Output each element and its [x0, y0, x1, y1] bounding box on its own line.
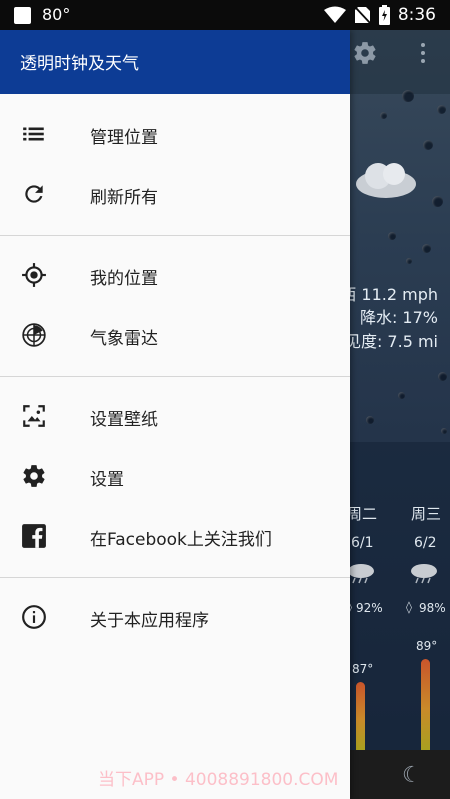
menu-item-manage-locations[interactable]: 管理位置: [0, 104, 350, 164]
menu-item-facebook[interactable]: 在Facebook上关注我们: [0, 506, 350, 566]
menu-item-my-location[interactable]: 我的位置: [0, 245, 350, 305]
menu-item-label: 设置壁纸: [90, 410, 158, 430]
menu-item-set-wallpaper[interactable]: 设置壁纸: [0, 386, 350, 446]
raindrop: [438, 372, 447, 381]
status-temperature: 80°: [42, 5, 71, 24]
more-options-icon[interactable]: [419, 43, 427, 67]
raindrop: [388, 232, 396, 240]
cloud-icon: [356, 163, 416, 198]
wind-readout: 西 11.2 mph: [340, 285, 438, 304]
moon-icon[interactable]: ☾: [402, 763, 422, 788]
divider: [0, 577, 350, 578]
navigation-drawer: 透明时钟及天气 管理位置 刷新所有 我的位置 气象雷达 设置壁纸 设置 在Fac…: [0, 30, 350, 799]
temperature-bar: [421, 659, 430, 750]
gear-icon: [23, 465, 45, 487]
raindrop: [423, 140, 433, 150]
menu-item-about[interactable]: 关于本应用程序: [0, 587, 350, 647]
menu-item-label: 刷新所有: [90, 188, 158, 208]
refresh-icon: [25, 185, 43, 203]
forecast-panel: [350, 442, 450, 750]
menu-item-label: 管理位置: [90, 128, 158, 148]
my-location-icon: [22, 263, 46, 287]
raindrop: [398, 392, 405, 399]
menu-item-settings[interactable]: 设置: [0, 446, 350, 506]
forecast-humidity: 98%: [419, 601, 446, 615]
notification-app-icon: [14, 7, 31, 24]
precip-readout: 降水: 17%: [359, 308, 438, 327]
forecast-day: 周二: [347, 505, 378, 523]
raindrop: [441, 428, 447, 434]
menu-item-label: 气象雷达: [90, 329, 158, 349]
app-title: 透明时钟及天气: [20, 54, 139, 74]
forecast-humidity: 92%: [356, 601, 383, 615]
menu-item-weather-radar[interactable]: 气象雷达: [0, 305, 350, 365]
forecast-day: 周三: [411, 505, 442, 523]
forecast-date: 6/1: [351, 535, 374, 551]
list-icon: [23, 127, 44, 141]
visibility-readout: 见度: 7.5 mi: [344, 332, 438, 351]
status-time: 8:36: [397, 5, 436, 25]
status-bar: 80° 8:36: [0, 0, 450, 30]
divider: [0, 235, 350, 236]
info-icon: [22, 605, 46, 629]
menu-item-refresh-all[interactable]: 刷新所有: [0, 164, 350, 224]
raindrop: [366, 416, 374, 424]
radar-icon: [22, 323, 46, 347]
watermark: 当下APP • 4008891800.COM: [98, 770, 339, 790]
raindrop: [422, 244, 431, 253]
weather-settings-icon[interactable]: [352, 40, 378, 66]
raindrop: [432, 196, 443, 207]
menu-item-label: 关于本应用程序: [90, 611, 209, 631]
wallpaper-icon: [23, 405, 45, 427]
raindrop: [402, 90, 414, 102]
facebook-icon: [22, 524, 46, 548]
rain-cloud-icon: [411, 564, 437, 584]
rain-cloud-icon: [348, 564, 374, 584]
raindrop: [380, 112, 387, 119]
status-icons: 8:36: [323, 3, 436, 27]
raindrop: [406, 258, 412, 264]
menu-item-label: 我的位置: [90, 269, 158, 289]
forecast-high: 89°: [416, 639, 438, 653]
forecast-date: 6/2: [414, 535, 437, 551]
battery-charging-icon: [378, 5, 390, 25]
divider: [0, 376, 350, 377]
temperature-bar: [356, 682, 365, 750]
menu-item-label: 设置: [90, 470, 124, 490]
humidity-drop-icon: ◊: [406, 600, 412, 614]
no-sim-icon: [354, 7, 371, 24]
raindrop: [437, 105, 446, 114]
drawer-header: 透明时钟及天气: [0, 30, 350, 94]
wifi-icon: [323, 6, 346, 23]
menu-item-label: 在Facebook上关注我们: [90, 530, 272, 550]
forecast-high: 87°: [352, 662, 374, 676]
bottom-bar: [350, 750, 450, 799]
